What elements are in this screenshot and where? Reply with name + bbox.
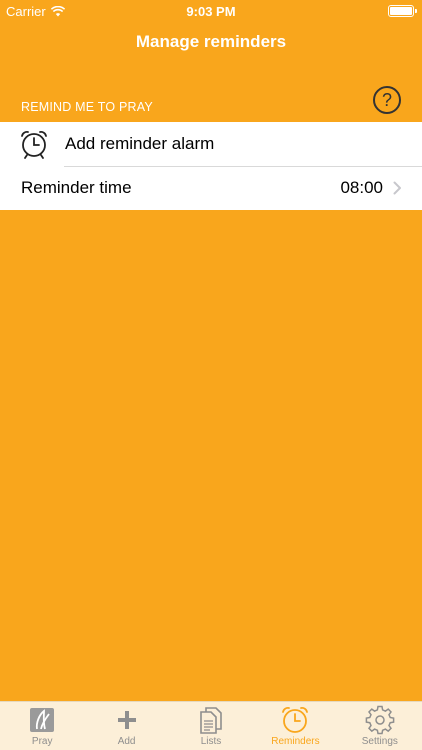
tab-reminders[interactable]: Reminders	[253, 702, 337, 750]
tab-add-label: Add	[117, 736, 136, 747]
tab-settings-label: Settings	[361, 736, 398, 747]
section-header: REMIND ME TO PRAY	[21, 100, 153, 114]
chevron-right-icon	[393, 181, 401, 195]
alarm-clock-icon	[21, 131, 47, 159]
tab-bar: Pray Add Lists Reminders Settings	[0, 701, 422, 750]
tab-reminders-label: Reminders	[271, 736, 320, 747]
praying-hands-icon	[30, 708, 55, 732]
battery-icon	[388, 5, 417, 17]
add-reminder-alarm-row[interactable]: Add reminder alarm	[0, 122, 422, 166]
tab-lists[interactable]: Lists	[169, 702, 253, 750]
tab-add[interactable]: Add	[84, 702, 168, 750]
tab-pray[interactable]: Pray	[0, 702, 84, 750]
help-button[interactable]: ?	[373, 86, 401, 114]
gear-icon	[365, 705, 395, 735]
tab-pray-label: Pray	[31, 736, 53, 747]
reminder-table: Add reminder alarm Reminder time 08:00	[0, 122, 422, 210]
tab-settings[interactable]: Settings	[338, 702, 422, 750]
status-bar: Carrier 9:03 PM	[0, 0, 422, 24]
status-time: 9:03 PM	[186, 4, 236, 19]
reminder-time-value: 08:00	[340, 178, 383, 197]
add-reminder-alarm-label: Add reminder alarm	[65, 134, 215, 153]
document-list-icon	[200, 707, 222, 734]
plus-icon	[117, 711, 136, 729]
alarm-clock-icon	[282, 707, 309, 733]
help-circle-icon: ?	[381, 89, 392, 110]
tab-lists-label: Lists	[200, 736, 222, 747]
reminder-time-row[interactable]: Reminder time 08:00	[0, 166, 422, 210]
reminders-screen: Carrier 9:03 PM Manage reminders REMIND …	[0, 0, 422, 750]
page-title: Manage reminders	[135, 32, 287, 51]
reminder-time-label: Reminder time	[21, 178, 132, 197]
